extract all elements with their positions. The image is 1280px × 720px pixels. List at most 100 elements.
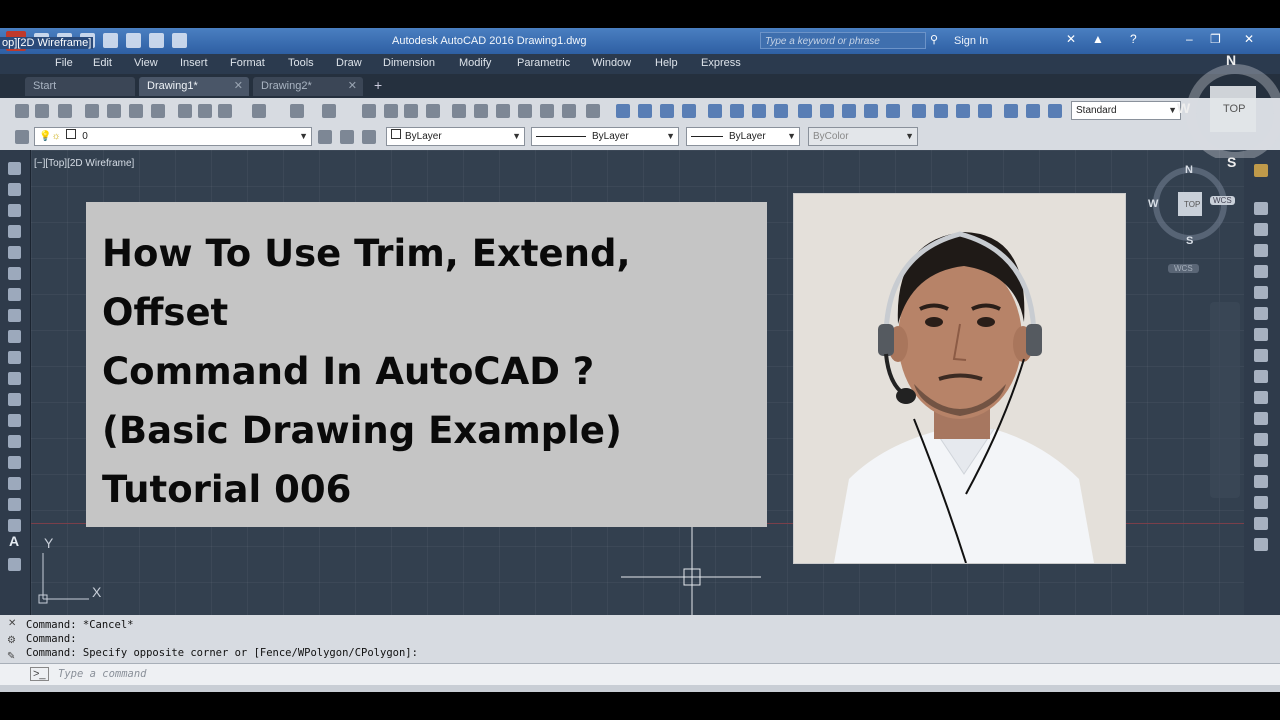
open-icon[interactable] [35, 104, 49, 118]
menu-tools[interactable]: Tools [288, 57, 314, 69]
help-icon[interactable]: ? [1130, 32, 1137, 46]
zoom-window-icon[interactable] [404, 104, 418, 118]
linear-dimension-icon[interactable] [616, 104, 630, 118]
dimension-update-icon[interactable] [1048, 104, 1062, 118]
menu-help[interactable]: Help [655, 57, 678, 69]
join-icon[interactable] [1254, 475, 1268, 488]
publish-icon[interactable] [129, 104, 143, 118]
aligned-dimension-icon[interactable] [638, 104, 652, 118]
undo-icon[interactable] [290, 104, 304, 118]
arc-icon[interactable] [8, 267, 21, 280]
hatch-icon[interactable] [8, 456, 21, 469]
zoom-realtime-icon[interactable] [384, 104, 398, 118]
compass-w[interactable]: W [1148, 198, 1158, 210]
markup-icon[interactable] [540, 104, 554, 118]
circle-icon[interactable] [8, 288, 21, 301]
region-icon[interactable] [8, 498, 21, 511]
viewport-controls[interactable]: [−][Top][2D Wireframe] [34, 158, 134, 169]
arc-length-icon[interactable] [660, 104, 674, 118]
match-properties-icon[interactable] [252, 104, 266, 118]
chamfer-icon[interactable] [1254, 496, 1268, 509]
break-icon[interactable] [1254, 454, 1268, 467]
viewcube-s[interactable]: S [1227, 154, 1236, 170]
layer-state-icon[interactable] [362, 130, 376, 144]
spline-icon[interactable] [8, 330, 21, 343]
array-icon[interactable] [1254, 286, 1268, 299]
ellipse-arc-icon[interactable] [8, 372, 21, 385]
viewcube-w[interactable]: W [1177, 100, 1190, 116]
compass-n[interactable]: N [1185, 164, 1193, 176]
continue-icon[interactable] [842, 104, 856, 118]
plotstyle-combo[interactable]: ByColor ▼ [808, 127, 918, 146]
design-center-icon[interactable] [474, 104, 488, 118]
table-icon[interactable] [8, 519, 21, 532]
customize-icon[interactable]: ⚙ [7, 635, 16, 646]
properties-icon[interactable] [452, 104, 466, 118]
cube-face-top[interactable]: TOP [1223, 103, 1245, 115]
menu-modify[interactable]: Modify [459, 57, 491, 69]
rectangle-icon[interactable] [8, 246, 21, 259]
revcloud-icon[interactable] [8, 309, 21, 322]
restore-icon[interactable]: ❐ [1210, 32, 1221, 46]
move-icon[interactable] [1254, 307, 1268, 320]
linetype-combo[interactable]: ByLayer ▼ [531, 127, 679, 146]
menu-insert[interactable]: Insert [180, 57, 208, 69]
quick-dimension-icon[interactable] [798, 104, 812, 118]
dimension-text-edit-icon[interactable] [1026, 104, 1040, 118]
polyline-icon[interactable] [8, 204, 21, 217]
rotate-icon[interactable] [1254, 328, 1268, 341]
explode-icon[interactable] [1254, 538, 1268, 551]
wcs-badge[interactable]: WCS [1210, 196, 1235, 205]
menu-dimension[interactable]: Dimension [383, 57, 435, 69]
fillet-icon[interactable] [1254, 517, 1268, 530]
close-icon[interactable]: ✕ [348, 77, 357, 96]
wrench-icon[interactable]: ✎ [7, 651, 15, 662]
jogged-icon[interactable] [730, 104, 744, 118]
menu-format[interactable]: Format [230, 57, 265, 69]
search-input[interactable]: Type a keyword or phrase [760, 32, 926, 49]
tool-palettes-icon[interactable] [496, 104, 510, 118]
insert-block-icon[interactable] [8, 393, 21, 406]
cut-icon[interactable] [178, 104, 192, 118]
zoom-previous-icon[interactable] [426, 104, 440, 118]
wcs-menu[interactable]: WCS [1168, 264, 1199, 273]
menu-express[interactable]: Express [701, 57, 741, 69]
scale-icon[interactable] [1254, 349, 1268, 362]
paste-icon[interactable] [218, 104, 232, 118]
mirror-icon[interactable] [1254, 244, 1268, 257]
make-current-icon[interactable] [318, 130, 332, 144]
erase-icon[interactable] [1254, 202, 1268, 215]
point-icon[interactable] [8, 435, 21, 448]
viewcube-n[interactable]: N [1226, 52, 1236, 68]
close-icon[interactable]: ✕ [234, 77, 243, 96]
menu-view[interactable]: View [134, 57, 158, 69]
save-icon[interactable] [58, 104, 72, 118]
redo-icon[interactable] [322, 104, 336, 118]
layer-previous-icon[interactable] [340, 130, 354, 144]
lineweight-combo[interactable]: ByLayer ▼ [686, 127, 800, 146]
radius-icon[interactable] [708, 104, 722, 118]
quickcalc-icon[interactable] [562, 104, 576, 118]
line-icon[interactable] [8, 162, 21, 175]
command-input[interactable]: Type a command [58, 668, 147, 680]
layer-properties-icon[interactable] [15, 130, 29, 144]
menu-edit[interactable]: Edit [93, 57, 112, 69]
preview-icon[interactable] [107, 104, 121, 118]
construction-line-icon[interactable] [8, 183, 21, 196]
new-icon[interactable] [15, 104, 29, 118]
trim-icon[interactable] [1254, 391, 1268, 404]
binoculars-icon[interactable]: ⚲ [930, 33, 938, 46]
viewcube-compass[interactable]: TOP N S W WCS WCS [1148, 158, 1240, 273]
angular-icon[interactable] [774, 104, 788, 118]
copy-icon[interactable] [1254, 223, 1268, 236]
multiline-text-icon[interactable]: A [9, 533, 19, 549]
undo-icon[interactable] [149, 33, 164, 48]
account-icon[interactable]: ▲ [1092, 32, 1104, 46]
polygon-icon[interactable] [8, 225, 21, 238]
pencil-icon[interactable] [1254, 164, 1268, 177]
tab-drawing2[interactable]: Drawing2* ✕ [253, 77, 363, 96]
menu-draw[interactable]: Draw [336, 57, 362, 69]
viewcube[interactable]: TOP N S W [1177, 52, 1280, 170]
ellipse-icon[interactable] [8, 351, 21, 364]
exchange-icon[interactable]: ✕ [1066, 32, 1076, 46]
